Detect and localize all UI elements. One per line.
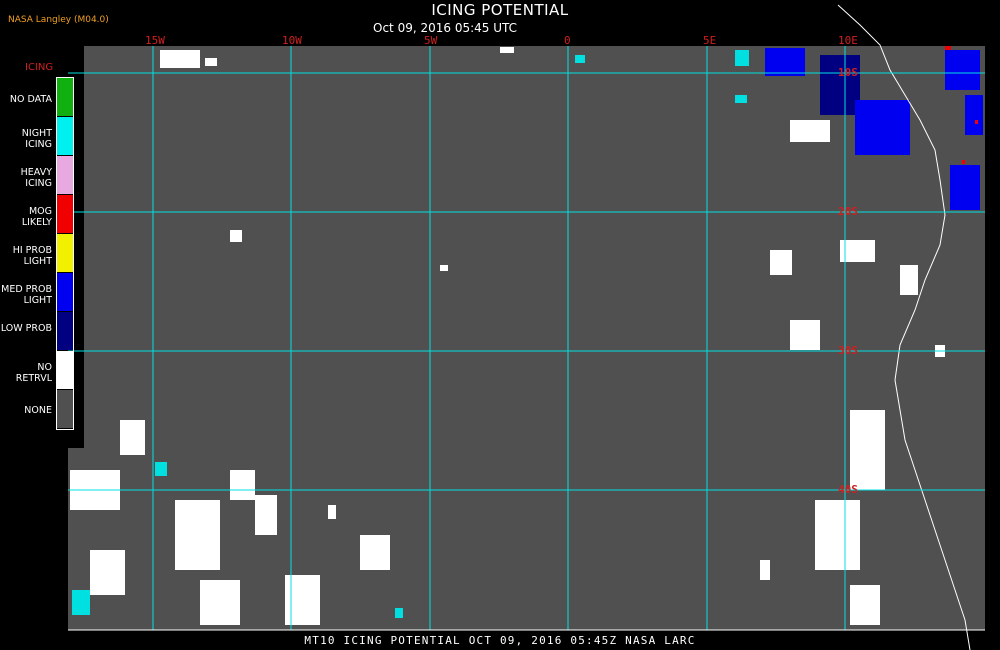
legend-label-mog-likely: MOG LIKELY [21, 206, 52, 228]
lat-label-40s: 40S [838, 483, 858, 496]
legend-swatch-no-data [57, 78, 73, 116]
legend-label-none: NONE [24, 405, 52, 416]
legend-swatch-night-icing [57, 117, 73, 155]
legend-label-low-prob: LOW PROB [0, 323, 52, 334]
legend-label-night-icing: NIGHT ICING [21, 128, 52, 150]
lon-label-10e: 10E [838, 34, 858, 47]
legend-label-hi-prob-light: HI PROB LIGHT [12, 245, 52, 267]
legend-swatch-med-prob-light [57, 273, 73, 311]
legend-label-no-data: NO DATA [9, 94, 52, 105]
footer-caption: MT10 ICING POTENTIAL OCT 09, 2016 05:45Z… [304, 634, 696, 647]
legend-swatch-low-prob [57, 312, 73, 350]
lat-label-10s: 10S [838, 66, 858, 79]
lon-label-5w: 5W [424, 34, 438, 47]
lon-label-15w: 15W [145, 34, 165, 47]
lat-label-20s: 20S [838, 205, 858, 218]
legend-label-heavy-icing: HEAVY ICING [20, 167, 52, 189]
legend-swatch-no-retrvl [57, 351, 73, 389]
legend-swatch-none [57, 390, 73, 428]
icing-map [68, 4, 985, 650]
legend-swatch-hi-prob-light [57, 234, 73, 272]
lon-label-5e: 5E [703, 34, 717, 47]
legend-swatch-mog-likely [57, 195, 73, 233]
legend-label-no-retrvl: NO RETRVL [15, 362, 52, 384]
lon-label-0: 0 [564, 34, 571, 47]
lat-label-30s: 30S [838, 344, 858, 357]
legend-swatch-heavy-icing [57, 156, 73, 194]
lon-label-10w: 10W [282, 34, 302, 47]
legend-label-med-prob-light: MED PROB LIGHT [1, 284, 52, 306]
legend-title: ICING [25, 62, 54, 73]
